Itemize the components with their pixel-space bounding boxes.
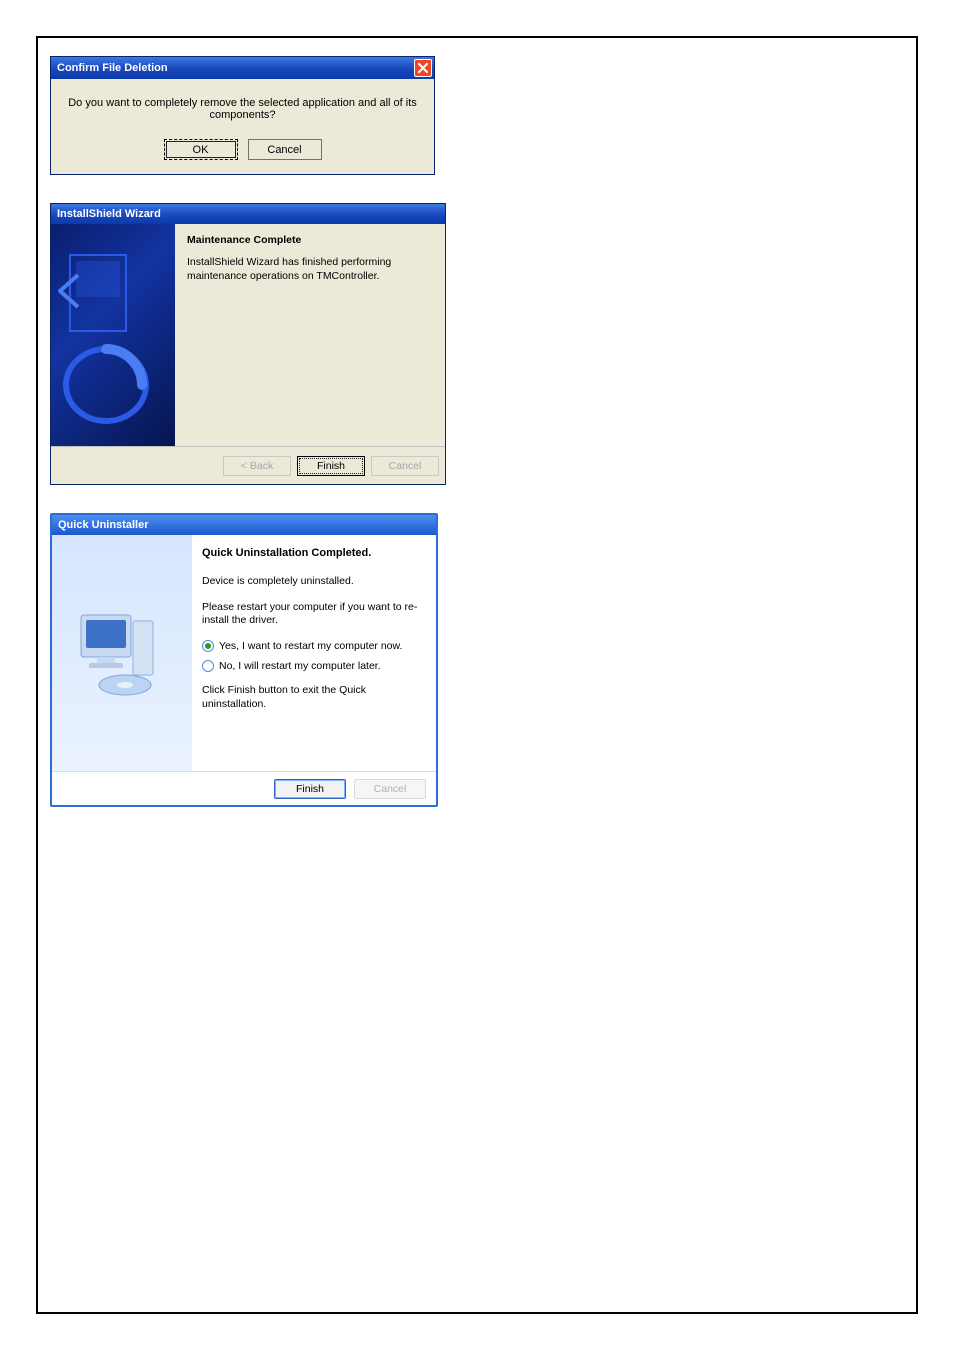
radio-restart-now[interactable]: Yes, I want to restart my computer now.: [202, 640, 426, 652]
dialog-message: Do you want to completely remove the sel…: [63, 97, 422, 121]
back-button: < Back: [223, 456, 291, 476]
dialog-title: Confirm File Deletion: [57, 62, 168, 74]
radio-icon: [202, 640, 214, 652]
dialog-titlebar: Quick Uninstaller: [52, 515, 436, 535]
quick-uninstaller-dialog: Quick Uninstaller Quick Uninstallation C…: [50, 513, 438, 807]
close-icon[interactable]: [414, 59, 432, 77]
confirm-file-deletion-dialog: Confirm File Deletion Do you want to com…: [50, 56, 435, 175]
wizard-sidebar-image: [52, 535, 192, 771]
dialog-footer: Finish Cancel: [52, 771, 436, 805]
radio-label: No, I will restart my computer later.: [219, 660, 381, 672]
finish-button[interactable]: Finish: [297, 456, 365, 476]
wizard-body-text: InstallShield Wizard has finished perfor…: [187, 256, 433, 283]
radio-restart-later[interactable]: No, I will restart my computer later.: [202, 660, 426, 672]
wizard-text-3: Click Finish button to exit the Quick un…: [202, 684, 426, 711]
dialog-body: Maintenance Complete InstallShield Wizar…: [51, 224, 445, 446]
finish-button[interactable]: Finish: [274, 779, 346, 799]
dialog-buttons: OK Cancel: [63, 139, 422, 160]
dialog-content: Quick Uninstallation Completed. Device i…: [192, 535, 436, 771]
dialog-footer: < Back Finish Cancel: [51, 446, 445, 484]
dialog-content: Maintenance Complete InstallShield Wizar…: [175, 224, 445, 446]
dialog-title: InstallShield Wizard: [57, 208, 161, 220]
dialog-titlebar: Confirm File Deletion: [51, 57, 434, 79]
cancel-button: Cancel: [371, 456, 439, 476]
document-page: Confirm File Deletion Do you want to com…: [36, 36, 918, 1314]
installshield-wizard-dialog: InstallShield Wizard Maintenance Complet…: [50, 203, 446, 485]
wizard-text-2: Please restart your computer if you want…: [202, 601, 426, 628]
radio-icon: [202, 660, 214, 672]
dialog-title: Quick Uninstaller: [58, 519, 148, 531]
radio-label: Yes, I want to restart my computer now.: [219, 640, 402, 652]
wizard-heading: Maintenance Complete: [187, 234, 433, 246]
dialog-body: Quick Uninstallation Completed. Device i…: [52, 535, 436, 771]
dialog-body: Do you want to completely remove the sel…: [51, 79, 434, 174]
wizard-heading: Quick Uninstallation Completed.: [202, 547, 426, 559]
dialog-titlebar: InstallShield Wizard: [51, 204, 445, 224]
wizard-text-1: Device is completely uninstalled.: [202, 575, 426, 589]
wizard-sidebar-image: [51, 224, 175, 446]
ok-button[interactable]: OK: [164, 139, 238, 160]
cancel-button: Cancel: [354, 779, 426, 799]
cancel-button[interactable]: Cancel: [248, 139, 322, 160]
